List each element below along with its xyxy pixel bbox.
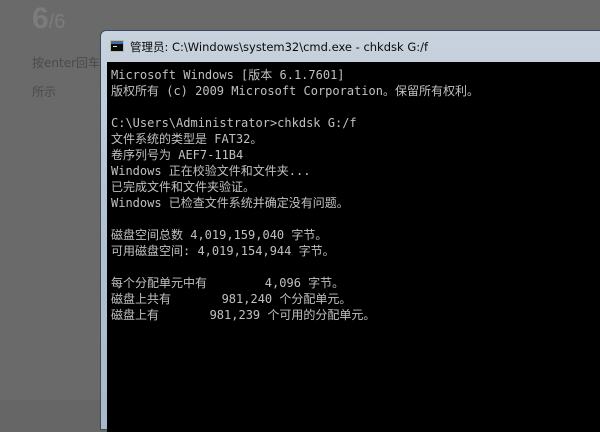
console-line: 磁盘空间总数 4,019,159,040 字节。	[111, 228, 328, 242]
window-title: 管理员: C:\Windows\system32\cmd.exe - chkds…	[130, 40, 429, 54]
cmd-icon[interactable]	[110, 40, 124, 52]
console-line: 已完成文件和文件夹验证。	[111, 180, 256, 194]
console-line: 版权所有 (c) 2009 Microsoft Corporation。保留所有…	[111, 84, 479, 98]
slide-counter-current: 6	[32, 2, 49, 35]
console-line: 可用磁盘空间: 4,019,154,944 字节。	[111, 244, 335, 258]
console-line: 磁盘上共有 981,240 个分配单元。	[111, 292, 352, 306]
console-area[interactable]: Microsoft Windows [版本 6.1.7601] 版权所有 (c)…	[107, 62, 600, 432]
slide-counter-total: /6	[48, 11, 66, 33]
console-output: Microsoft Windows [版本 6.1.7601] 版权所有 (c)…	[111, 67, 479, 323]
background-text-line-2: 所示	[32, 85, 57, 99]
window-titlebar[interactable]: 管理员: C:\Windows\system32\cmd.exe - chkds…	[101, 31, 600, 61]
console-line: Microsoft Windows [版本 6.1.7601]	[111, 68, 345, 82]
background-text-line-1: 按enter回车	[32, 56, 101, 70]
cmd-window[interactable]: 管理员: C:\Windows\system32\cmd.exe - chkds…	[100, 30, 600, 432]
console-line: C:\Users\Administrator>chkdsk G:/f	[111, 116, 357, 130]
console-line: Windows 已检查文件系统并确定没有问题。	[111, 196, 349, 210]
slide-counter: 6/6	[32, 4, 65, 37]
console-line: 磁盘上有 981,239 个可用的分配单元。	[111, 308, 376, 322]
console-line: 每个分配单元中有 4,096 字节。	[111, 276, 345, 290]
console-line: Windows 正在校验文件和文件夹...	[111, 164, 311, 178]
console-line: 文件系统的类型是 FAT32。	[111, 132, 263, 146]
console-line: 卷序列号为 AEF7-11B4	[111, 148, 244, 162]
